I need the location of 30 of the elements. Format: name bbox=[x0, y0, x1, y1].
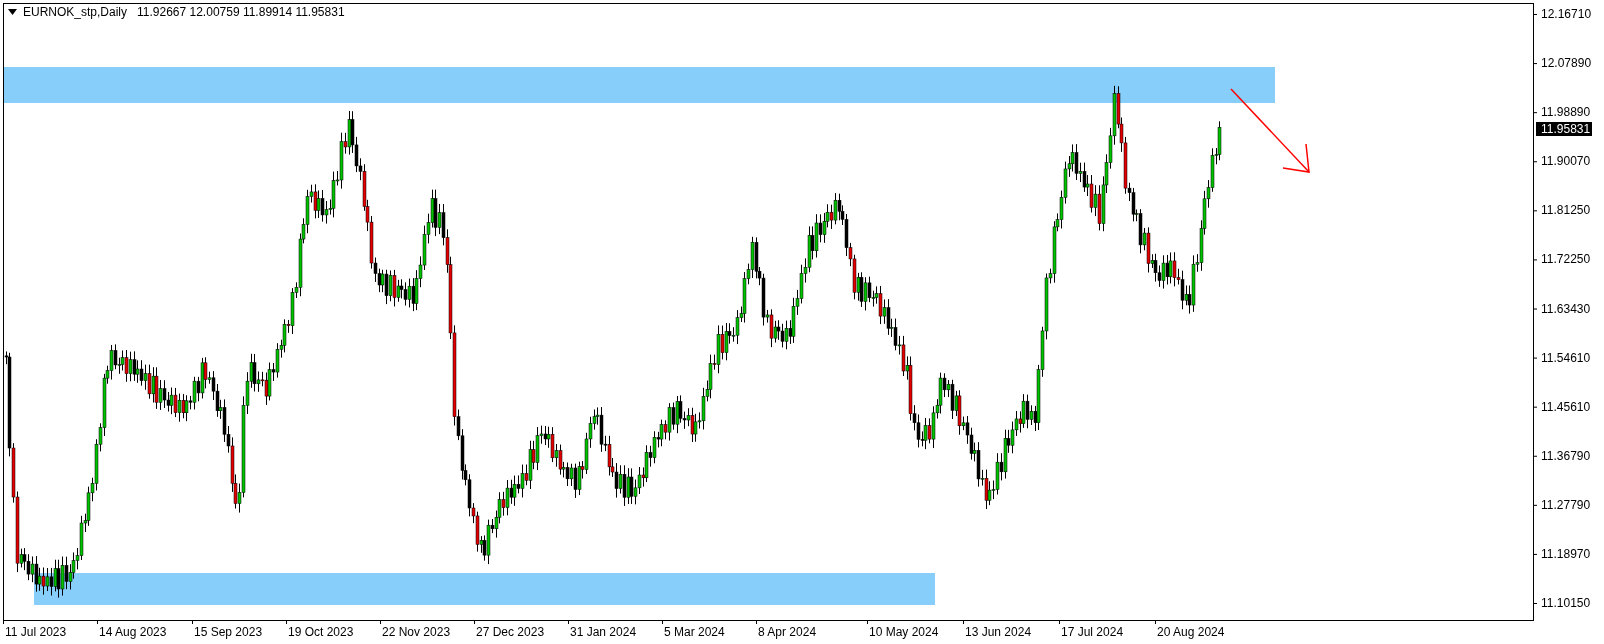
price-axis-label: 11.72250 bbox=[1541, 252, 1591, 267]
price-axis-label: 11.18970 bbox=[1541, 546, 1591, 561]
time-axis-label: 13 Jun 2024 bbox=[965, 625, 1032, 639]
price-axis-label: 11.63430 bbox=[1541, 301, 1591, 316]
price-axis-label: 11.54610 bbox=[1541, 350, 1591, 365]
price-axis-label: 11.98890 bbox=[1541, 105, 1591, 120]
time-axis-label: 17 Jul 2024 bbox=[1061, 625, 1124, 639]
dropdown-triangle-icon[interactable] bbox=[8, 9, 17, 15]
ohlc-values: 11.92667 12.00759 11.89914 11.95831 bbox=[137, 5, 345, 19]
time-axis-label: 11 Jul 2023 bbox=[5, 625, 67, 639]
price-axis-label: 11.81250 bbox=[1541, 203, 1591, 218]
time-axis-label: 5 Mar 2024 bbox=[664, 625, 725, 639]
price-axis-label: 12.07890 bbox=[1541, 56, 1592, 71]
time-axis-label: 14 Aug 2023 bbox=[99, 625, 167, 639]
time-axis-label: 10 May 2024 bbox=[869, 625, 939, 639]
time-axis-label: 15 Sep 2023 bbox=[194, 625, 263, 639]
price-axis-label: 12.16710 bbox=[1541, 7, 1592, 21]
price-axis-label: 11.90070 bbox=[1541, 154, 1591, 169]
price-axis-label: 11.36790 bbox=[1541, 448, 1591, 463]
time-axis-label: 31 Jan 2024 bbox=[570, 625, 637, 639]
time-axis-label: 27 Dec 2023 bbox=[476, 625, 545, 639]
price-axis-label: 11.45610 bbox=[1541, 399, 1591, 414]
time-axis-label: 22 Nov 2023 bbox=[382, 625, 451, 639]
time-axis-label: 19 Oct 2023 bbox=[288, 625, 354, 639]
time-axis-label: 20 Aug 2024 bbox=[1157, 625, 1225, 639]
symbol-label: EURNOK_stp,Daily bbox=[23, 5, 128, 19]
price-axis-label: 11.27790 bbox=[1541, 497, 1591, 512]
current-price-label: 11.95831 bbox=[1536, 122, 1592, 136]
time-axis-label: 8 Apr 2024 bbox=[758, 625, 817, 639]
price-axis-label: 11.10150 bbox=[1541, 596, 1591, 610]
